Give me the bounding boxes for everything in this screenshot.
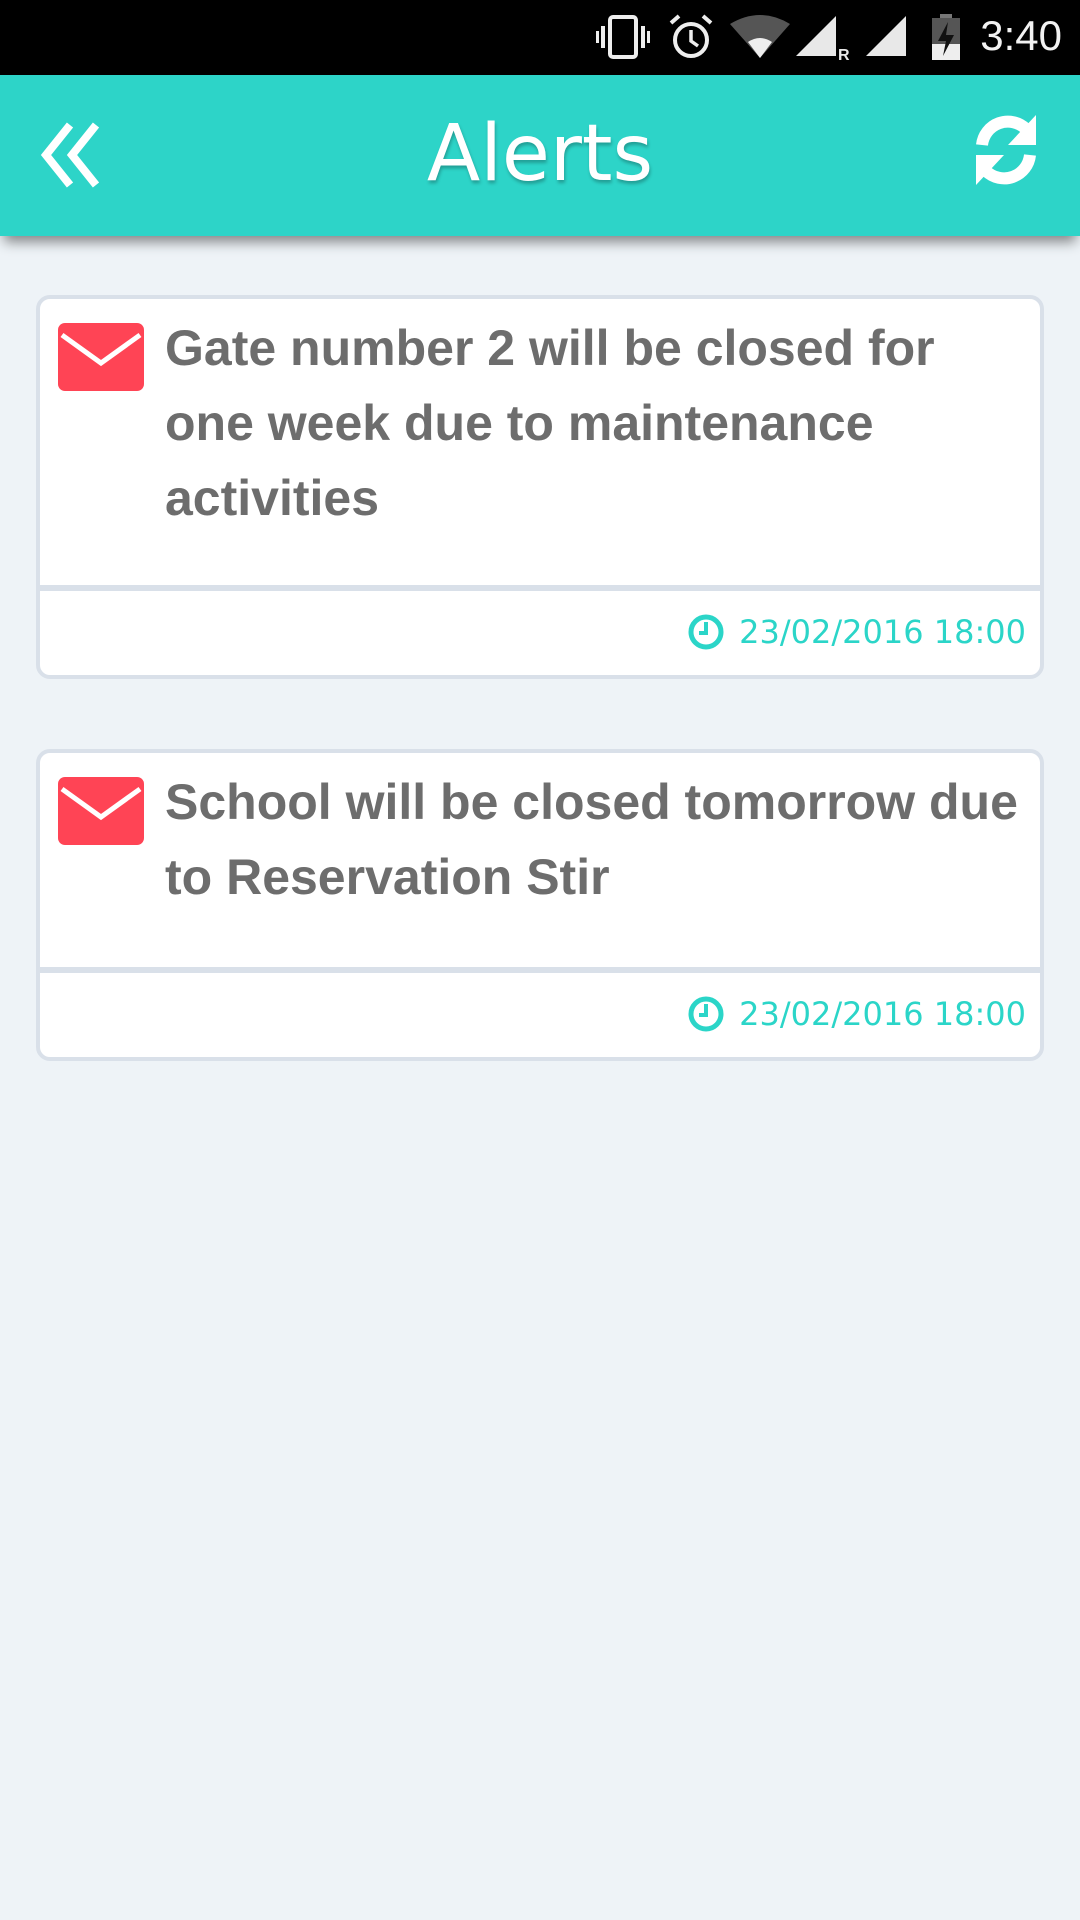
app-header: Alerts bbox=[0, 75, 1080, 236]
clock-icon bbox=[688, 996, 724, 1032]
timestamp-text: 23/02/2016 18:00 bbox=[739, 995, 1026, 1033]
alert-card[interactable]: School will be closed tomorrow due to Re… bbox=[36, 749, 1044, 1061]
clock-icon bbox=[688, 614, 724, 650]
svg-text:R: R bbox=[838, 47, 850, 60]
page-title: Alerts bbox=[426, 109, 654, 199]
status-bar: R 3:40 bbox=[0, 0, 1080, 75]
envelope-icon bbox=[58, 777, 144, 845]
vibrate-icon bbox=[596, 15, 650, 59]
signal-roaming-icon: R bbox=[796, 16, 850, 60]
signal-icon bbox=[866, 16, 906, 56]
alert-timestamp: 23/02/2016 18:00 bbox=[687, 995, 1026, 1033]
alert-message: Gate number 2 will be closed for one wee… bbox=[165, 320, 935, 526]
status-time: 3:40 bbox=[980, 12, 1062, 59]
alert-message: School will be closed tomorrow due to Re… bbox=[165, 774, 1018, 905]
alert-timestamp: 23/02/2016 18:00 bbox=[687, 613, 1026, 651]
envelope-icon bbox=[58, 323, 144, 391]
refresh-icon[interactable] bbox=[970, 109, 1042, 189]
battery-charging-icon bbox=[932, 14, 960, 60]
wifi-icon bbox=[730, 15, 790, 58]
alert-card[interactable]: Gate number 2 will be closed for one wee… bbox=[36, 295, 1044, 679]
timestamp-text: 23/02/2016 18:00 bbox=[739, 613, 1026, 651]
alarm-icon bbox=[669, 14, 713, 58]
